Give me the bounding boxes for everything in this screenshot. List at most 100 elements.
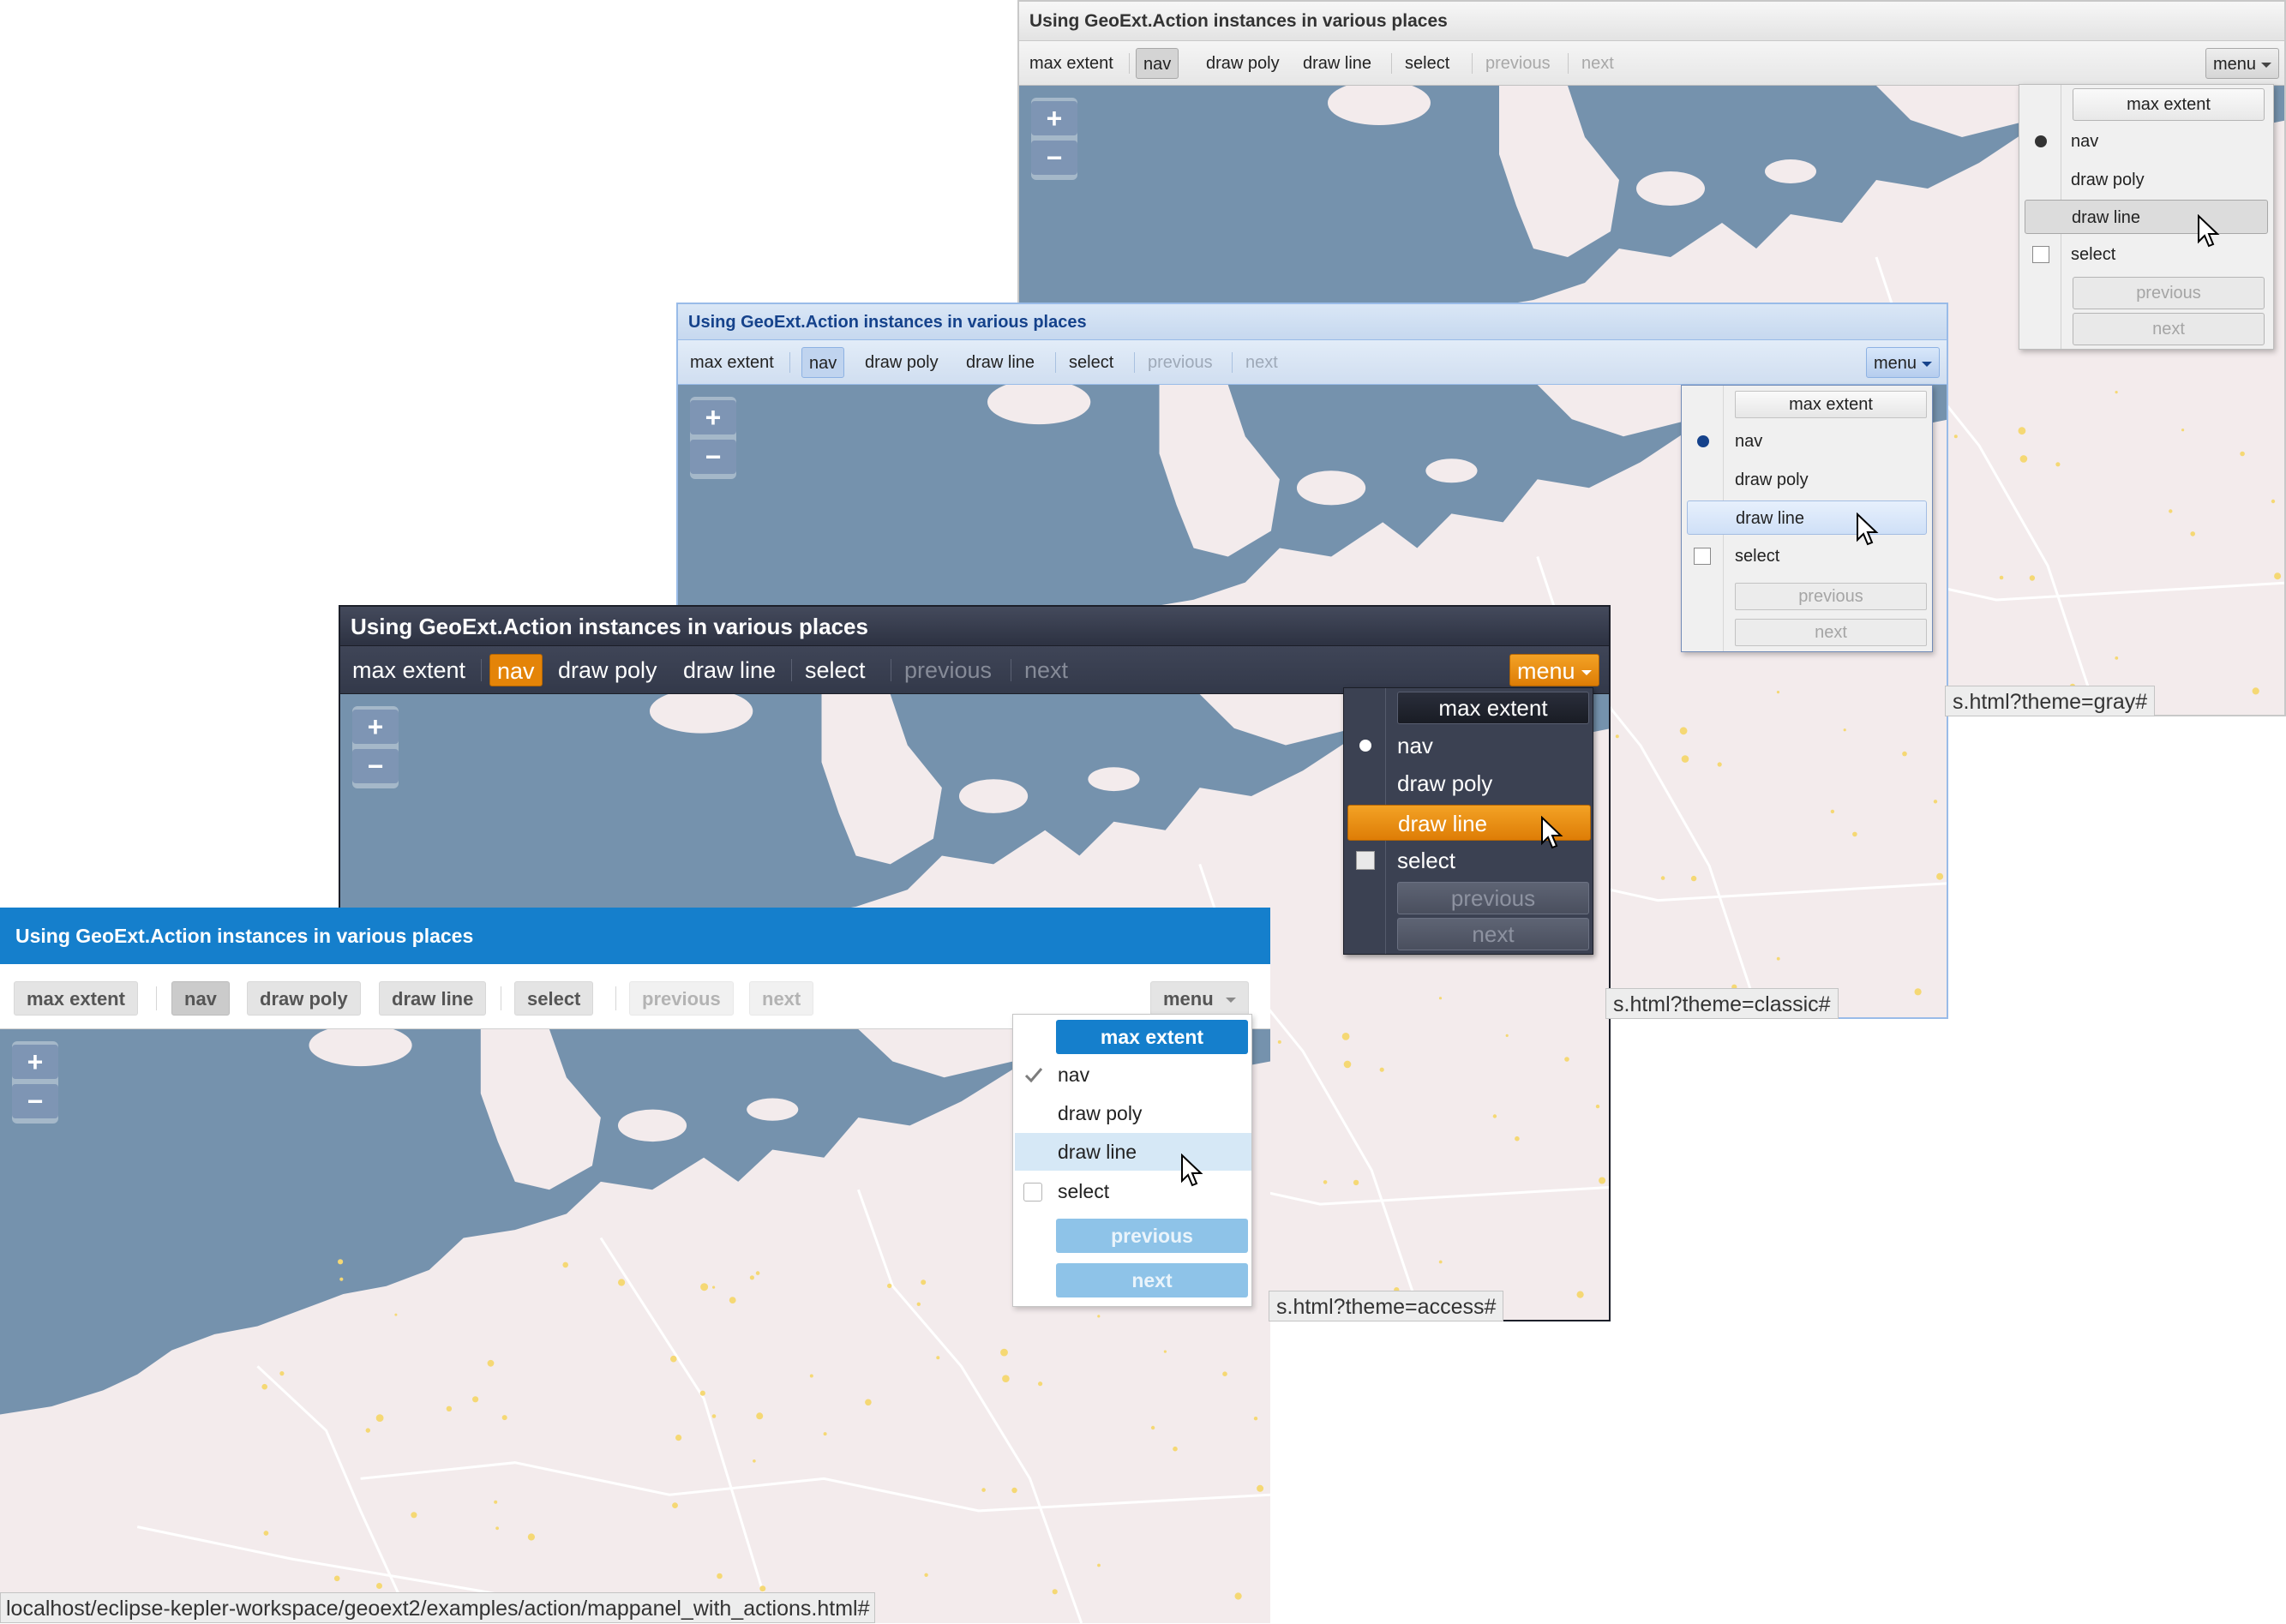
window-title: Using GeoExt.Action instances in various… [678, 304, 1947, 340]
draw-line-button[interactable]: draw line [1296, 48, 1378, 79]
dropdown-menu: max extent nav draw poly draw line selec… [1681, 385, 1933, 652]
menu-draw-poly[interactable]: draw poly [1735, 463, 1809, 497]
radio-dot-icon [1697, 435, 1709, 447]
toolbar-separator [1568, 53, 1569, 74]
menu-draw-poly[interactable]: draw poly [2071, 163, 2145, 197]
toolbar-separator [1472, 53, 1473, 74]
menu-max-extent[interactable]: max extent [1735, 391, 1927, 418]
zoom-in-button[interactable]: + [690, 400, 736, 434]
checkbox-icon[interactable] [2032, 246, 2049, 263]
nav-button[interactable]: nav [1136, 48, 1179, 79]
menu-nav[interactable]: nav [1735, 424, 1762, 458]
menu-max-extent[interactable]: max extent [1397, 692, 1589, 724]
select-button[interactable]: select [1398, 48, 1456, 79]
menu-draw-line[interactable]: draw line [1687, 500, 1927, 535]
radio-dot-icon [2035, 135, 2047, 147]
chevron-down-icon [1581, 669, 1593, 675]
draw-poly-button[interactable]: draw poly [551, 654, 664, 686]
toolbar-separator [156, 986, 157, 1010]
chevron-down-icon [2260, 62, 2271, 68]
next-button[interactable]: next [1239, 347, 1285, 378]
next-button[interactable]: next [1017, 654, 1075, 686]
draw-poly-button[interactable]: draw poly [858, 347, 945, 378]
menu-nav[interactable]: nav [2071, 124, 2098, 159]
next-button[interactable]: next [1575, 48, 1621, 79]
toolbar: max extent nav draw poly draw line selec… [678, 340, 1947, 385]
status-url: localhost/eclipse-kepler-workspace/geoex… [0, 1592, 876, 1623]
menu-nav[interactable]: nav [1397, 728, 1433, 764]
menu-select[interactable]: select [1058, 1172, 1109, 1210]
zoom-in-button[interactable]: + [1031, 101, 1077, 135]
zoom-in-button[interactable]: + [352, 710, 399, 744]
toolbar-separator [1055, 352, 1056, 373]
toolbar-separator [1134, 352, 1135, 373]
chevron-down-icon [1225, 998, 1236, 1004]
menu-nav[interactable]: nav [1058, 1056, 1089, 1094]
status-url: s.html?theme=classic# [1605, 988, 1839, 1019]
toolbar-separator [1391, 53, 1392, 74]
zoom-out-button[interactable]: − [12, 1084, 58, 1118]
zoom-in-button[interactable]: + [12, 1045, 58, 1079]
menu-button-label: menu [1163, 988, 1214, 1010]
menu-max-extent[interactable]: max extent [2073, 88, 2265, 121]
menu-max-extent[interactable]: max extent [1056, 1020, 1248, 1054]
radio-dot-icon [1359, 740, 1371, 752]
draw-line-button[interactable]: draw line [379, 981, 487, 1016]
menu-button-label: menu [2213, 55, 2257, 74]
checkbox-icon[interactable] [1356, 851, 1375, 870]
arrow-cursor-icon [1856, 512, 1880, 547]
draw-poly-button[interactable]: draw poly [1199, 48, 1287, 79]
draw-line-button[interactable]: draw line [676, 654, 783, 686]
checkbox-icon[interactable] [1023, 1183, 1042, 1202]
max-extent-button[interactable]: max extent [14, 981, 138, 1016]
max-extent-button[interactable]: max extent [1023, 48, 1120, 79]
nav-button[interactable]: nav [801, 347, 845, 378]
menu-select[interactable]: select [1735, 539, 1779, 573]
menu-previous[interactable]: previous [1397, 882, 1589, 914]
zoom-out-button[interactable]: − [690, 440, 736, 474]
toolbar-separator [789, 352, 790, 373]
nav-button[interactable]: nav [489, 654, 543, 686]
menu-next[interactable]: next [1056, 1263, 1248, 1297]
menu-select[interactable]: select [2071, 237, 2115, 272]
max-extent-button[interactable]: max extent [683, 347, 781, 378]
checkmark-icon [1023, 1064, 1044, 1085]
menu-button[interactable]: menu [1150, 981, 1249, 1016]
select-button[interactable]: select [514, 981, 594, 1016]
draw-poly-button[interactable]: draw poly [247, 981, 361, 1016]
menu-draw-line[interactable]: draw line [1015, 1133, 1251, 1171]
zoom-control: + − [12, 1041, 58, 1124]
previous-button[interactable]: previous [1479, 48, 1557, 79]
status-url: s.html?theme=gray# [1945, 686, 2156, 716]
previous-button[interactable]: previous [897, 654, 999, 686]
previous-button[interactable]: previous [1141, 347, 1220, 378]
menu-button[interactable]: menu [1866, 347, 1940, 378]
menu-previous[interactable]: previous [1056, 1219, 1248, 1253]
menu-button[interactable]: menu [1509, 654, 1600, 686]
menu-button-label: menu [1517, 658, 1575, 684]
menu-next[interactable]: next [1735, 619, 1927, 646]
menu-draw-line[interactable]: draw line [2025, 200, 2268, 234]
menu-next[interactable]: next [1397, 918, 1589, 950]
zoom-control: + − [690, 397, 736, 479]
menu-button[interactable]: menu [2205, 48, 2279, 79]
max-extent-button[interactable]: max extent [345, 654, 472, 686]
next-button[interactable]: next [749, 981, 814, 1016]
menu-previous[interactable]: previous [1735, 583, 1927, 610]
zoom-out-button[interactable]: − [352, 749, 399, 783]
select-button[interactable]: select [798, 654, 873, 686]
zoom-out-button[interactable]: − [1031, 141, 1077, 175]
zoom-control: + − [352, 706, 399, 788]
checkbox-icon[interactable] [1694, 548, 1711, 565]
previous-button[interactable]: previous [629, 981, 734, 1016]
nav-button[interactable]: nav [171, 981, 230, 1016]
draw-line-button[interactable]: draw line [959, 347, 1041, 378]
toolbar-separator [1129, 53, 1130, 74]
select-button[interactable]: select [1062, 347, 1120, 378]
toolbar-separator [615, 986, 616, 1010]
menu-select[interactable]: select [1397, 842, 1455, 878]
menu-draw-poly[interactable]: draw poly [1397, 765, 1492, 801]
menu-next[interactable]: next [2073, 313, 2265, 345]
menu-draw-poly[interactable]: draw poly [1058, 1094, 1142, 1132]
menu-previous[interactable]: previous [2073, 277, 2265, 309]
